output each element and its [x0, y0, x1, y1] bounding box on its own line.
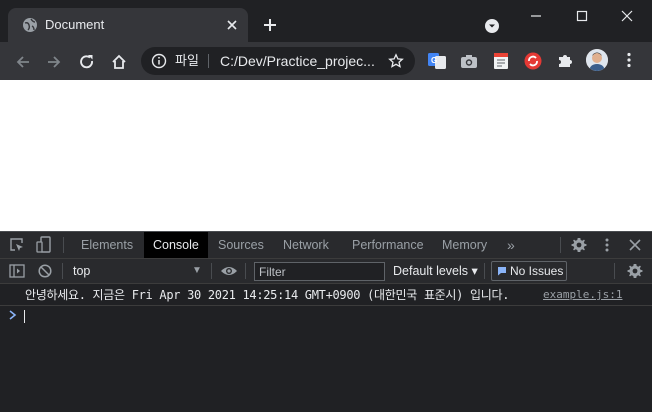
- globe-icon: [22, 17, 38, 33]
- kebab-icon[interactable]: [620, 51, 638, 69]
- divider: [63, 237, 64, 253]
- divider: [211, 263, 212, 279]
- url-text[interactable]: C:/Dev/Practice_projec...: [220, 53, 375, 69]
- tab-sources[interactable]: Sources: [209, 232, 273, 258]
- issues-label: No Issues: [510, 264, 564, 278]
- tab-label: Performance: [352, 238, 424, 252]
- console-message-text: 안녕하세요. 지금은 Fri Apr 30 2021 14:25:14 GMT+…: [25, 288, 510, 302]
- plus-icon[interactable]: [262, 17, 278, 33]
- console-toolbar: top ▼ Default levels ▾ No Issues: [0, 258, 652, 284]
- tab-memory[interactable]: Memory: [433, 232, 496, 258]
- google-translate-icon[interactable]: G: [428, 52, 446, 70]
- console-prompt[interactable]: [0, 306, 652, 326]
- note-icon[interactable]: [492, 52, 510, 70]
- devtools-tab-bar: Elements Console Sources Network Perform…: [0, 231, 652, 258]
- settings-icon[interactable]: [571, 237, 587, 253]
- page-viewport[interactable]: [0, 80, 652, 231]
- sidebar-icon[interactable]: [9, 264, 25, 278]
- back-icon[interactable]: [14, 53, 32, 71]
- tab-performance[interactable]: Performance: [343, 232, 433, 258]
- device-icon[interactable]: [36, 236, 52, 254]
- avatar[interactable]: [586, 49, 608, 71]
- source-link[interactable]: example.js:1: [543, 288, 622, 302]
- scheme-label: 파일: [175, 53, 199, 68]
- divider: [245, 263, 246, 279]
- camera-icon[interactable]: [460, 52, 478, 70]
- tab-network[interactable]: Network: [274, 232, 338, 258]
- tab-search-icon[interactable]: [484, 18, 500, 34]
- inspect-icon[interactable]: [9, 237, 25, 253]
- chat-icon: [497, 266, 507, 276]
- tab-console[interactable]: Console: [144, 232, 208, 258]
- tab-title: Document: [45, 17, 105, 32]
- tab-label: Network: [283, 238, 329, 252]
- tab-label: Elements: [81, 238, 134, 252]
- home-icon[interactable]: [110, 53, 128, 71]
- close-icon[interactable]: [224, 17, 240, 33]
- more-tabs-button[interactable]: »: [498, 232, 524, 258]
- chevron-down-icon: ▼: [192, 265, 202, 276]
- puzzle-icon[interactable]: [556, 52, 574, 70]
- tab-label: Console: [153, 238, 199, 252]
- divider: [208, 54, 209, 68]
- red-extension-icon[interactable]: [524, 52, 542, 70]
- kebab-icon[interactable]: [599, 237, 615, 253]
- more-tabs-label: »: [507, 237, 515, 253]
- chevron-right-icon: [8, 309, 18, 321]
- tab-elements[interactable]: Elements: [72, 232, 142, 258]
- divider: [614, 263, 615, 279]
- browser-toolbar: 파일 C:/Dev/Practice_projec... G: [0, 42, 652, 80]
- tab-label: Sources: [218, 238, 264, 252]
- clear-icon[interactable]: [38, 264, 52, 278]
- log-levels-dropdown[interactable]: Default levels ▾: [393, 264, 478, 278]
- eye-icon[interactable]: [220, 265, 238, 277]
- address-bar[interactable]: 파일 C:/Dev/Practice_projec...: [141, 47, 415, 75]
- console-message: 안녕하세요. 지금은 Fri Apr 30 2021 14:25:14 GMT+…: [0, 284, 652, 306]
- maximize-icon[interactable]: [574, 8, 590, 24]
- close-icon[interactable]: [627, 237, 643, 253]
- context-select[interactable]: top ▼: [64, 259, 208, 283]
- info-icon[interactable]: [151, 53, 167, 69]
- text-caret: [24, 310, 25, 323]
- tab-label: Memory: [442, 238, 488, 252]
- console-output[interactable]: 안녕하세요. 지금은 Fri Apr 30 2021 14:25:14 GMT+…: [0, 284, 652, 412]
- title-bar: Document: [0, 0, 652, 42]
- browser-tab[interactable]: Document: [8, 8, 248, 42]
- context-value: top: [73, 264, 91, 278]
- settings-icon[interactable]: [627, 263, 643, 279]
- issues-button[interactable]: No Issues: [491, 261, 567, 281]
- svg-text:G: G: [431, 56, 437, 65]
- divider: [62, 263, 63, 279]
- close-icon[interactable]: [619, 8, 635, 24]
- filter-input[interactable]: [254, 262, 385, 281]
- divider: [560, 237, 561, 253]
- reload-icon[interactable]: [78, 53, 96, 71]
- divider: [484, 263, 485, 279]
- forward-icon[interactable]: [45, 53, 63, 71]
- star-icon[interactable]: [388, 53, 404, 69]
- minimize-icon[interactable]: [528, 8, 544, 24]
